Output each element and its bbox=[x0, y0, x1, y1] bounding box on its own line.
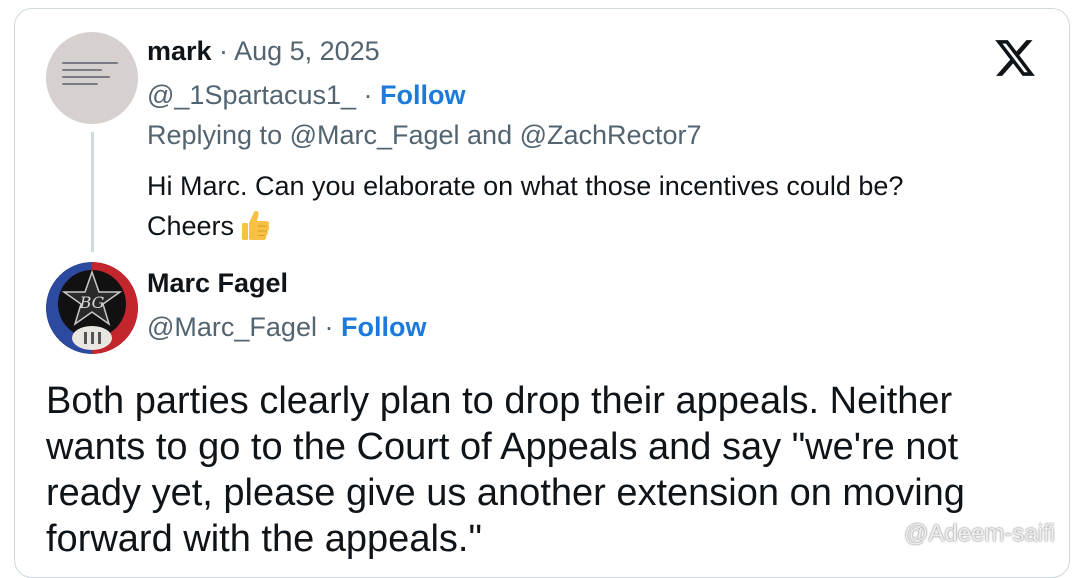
tweet-author-name[interactable]: Marc Fagel bbox=[147, 268, 288, 299]
thread-connector bbox=[91, 132, 94, 252]
reply-text-line-2: Cheers bbox=[147, 206, 967, 246]
watermark: @Adeem-saifi bbox=[878, 520, 1055, 548]
tweet-handle-row: @Marc_Fagel · Follow bbox=[147, 312, 426, 343]
follow-button[interactable]: Follow bbox=[380, 80, 465, 110]
tweet-handle[interactable]: @Marc_Fagel bbox=[147, 312, 317, 342]
separator: · bbox=[211, 36, 235, 66]
follow-button[interactable]: Follow bbox=[341, 312, 426, 342]
replying-to: Replying to @Marc_Fagel and @ZachRector7 bbox=[147, 120, 702, 150]
reply-handle-row: @_1Spartacus1_ · Follow bbox=[147, 80, 466, 110]
svg-text:BG: BG bbox=[79, 293, 105, 312]
x-logo-icon[interactable] bbox=[993, 36, 1037, 80]
reply-date[interactable]: Aug 5, 2025 bbox=[234, 36, 380, 66]
reply-text: Hi Marc. Can you elaborate on what those… bbox=[147, 166, 967, 246]
avatar[interactable]: BG bbox=[46, 262, 138, 354]
watermark-diamond-icon bbox=[878, 522, 900, 544]
avatar-scribble bbox=[62, 62, 124, 90]
thumbs-up-emoji-icon bbox=[242, 211, 270, 240]
reply-header: mark · Aug 5, 2025 bbox=[147, 36, 380, 67]
avatar[interactable] bbox=[46, 32, 138, 124]
separator: · bbox=[316, 312, 341, 342]
reply-handle[interactable]: @_1Spartacus1_ bbox=[147, 80, 356, 110]
reply-author-name[interactable]: mark bbox=[147, 36, 212, 66]
reply-text-line: Hi Marc. Can you elaborate on what those… bbox=[147, 171, 904, 201]
avatar-steal-your-face-icon: BG bbox=[46, 262, 138, 354]
